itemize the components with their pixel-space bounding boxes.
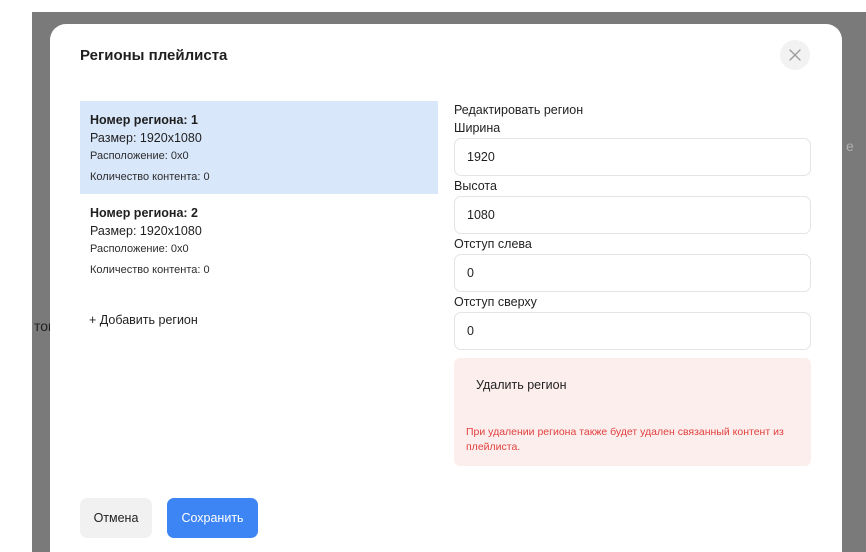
region-content-count: Количество контента: 0 [90,264,210,276]
region-name: Номер региона: 1 [90,113,199,127]
region-list: Номер региона: 1 Размер: 1920x1080 Распо… [80,101,438,287]
close-icon [789,49,801,61]
width-label: Ширина [454,121,501,135]
offset-left-label: Отступ слева [454,237,532,251]
save-button[interactable]: Сохранить [167,498,258,538]
delete-warning-text: При удалении региона также будет удален … [466,426,784,453]
region-card-1[interactable]: Номер региона: 1 Размер: 1920x1080 Распо… [80,101,438,194]
width-input[interactable] [454,138,811,176]
region-position: Расположение: 0x0 [90,243,189,255]
height-input[interactable] [454,196,811,234]
region-name: Номер региона: 2 [90,206,199,220]
region-size: Размер: 1920x1080 [90,224,202,238]
height-label: Высота [454,179,497,193]
region-size: Размер: 1920x1080 [90,131,202,145]
offset-top-input[interactable] [454,312,811,350]
offset-top-label: Отступ сверху [454,295,537,309]
offset-left-input[interactable] [454,254,811,292]
delete-region-panel: Удалить регион При удалении региона такж… [454,358,811,466]
modal-title: Регионы плейлиста [80,47,228,64]
editor-title: Редактировать регион [454,103,584,117]
region-card-2[interactable]: Номер региона: 2 Размер: 1920x1080 Распо… [80,194,438,287]
region-position: Расположение: 0x0 [90,150,189,162]
region-content-count: Количество контента: 0 [90,171,210,183]
close-button[interactable] [780,40,810,70]
playlist-regions-modal: Регионы плейлиста Номер региона: 1 Разме… [50,24,842,552]
cancel-button[interactable]: Отмена [80,498,152,538]
delete-region-button[interactable]: Удалить регион [464,370,579,400]
region-editor: Редактировать регион Ширина Высота Отсту… [454,102,812,351]
add-region-button[interactable]: + Добавить регион [89,313,198,327]
background-text-fragment-right: e [846,138,854,154]
